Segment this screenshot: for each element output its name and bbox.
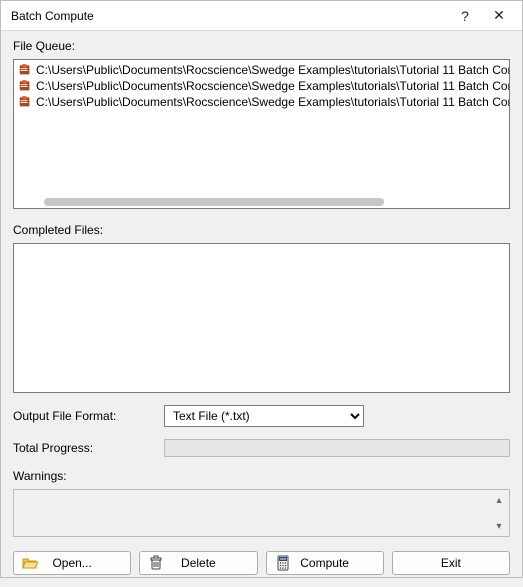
delete-button[interactable]: Delete bbox=[139, 551, 257, 575]
output-format-select[interactable]: Text File (*.txt) bbox=[164, 405, 364, 427]
dialog-content: File Queue: C:\Users\Public\Documents\Ro… bbox=[1, 31, 522, 587]
file-queue-label: File Queue: bbox=[13, 39, 510, 53]
help-button[interactable]: ? bbox=[448, 2, 482, 30]
file-path: C:\Users\Public\Documents\Rocscience\Swe… bbox=[36, 78, 510, 94]
file-queue-item[interactable]: C:\Users\Public\Documents\Rocscience\Swe… bbox=[14, 94, 509, 110]
exit-button[interactable]: Exit bbox=[392, 551, 510, 575]
completed-files-list[interactable] bbox=[13, 243, 510, 393]
compute-button[interactable]: Compute bbox=[266, 551, 384, 575]
file-path: C:\Users\Public\Documents\Rocscience\Swe… bbox=[36, 62, 510, 78]
help-icon: ? bbox=[461, 8, 469, 24]
file-path: C:\Users\Public\Documents\Rocscience\Swe… bbox=[36, 94, 510, 110]
close-button[interactable]: ✕ bbox=[482, 2, 516, 30]
total-progress-label: Total Progress: bbox=[13, 441, 158, 455]
spin-up-button[interactable]: ▴ bbox=[491, 492, 507, 508]
progress-bar bbox=[164, 439, 510, 457]
file-queue-item[interactable]: C:\Users\Public\Documents\Rocscience\Swe… bbox=[14, 62, 509, 78]
warnings-label: Warnings: bbox=[13, 469, 510, 483]
output-format-label: Output File Format: bbox=[13, 409, 158, 423]
warnings-box: ▴ ▾ bbox=[13, 489, 510, 537]
spin-down-button[interactable]: ▾ bbox=[491, 518, 507, 534]
output-format-row: Output File Format: Text File (*.txt) bbox=[13, 405, 510, 427]
compute-button-label: Compute bbox=[300, 556, 349, 570]
trash-icon bbox=[148, 555, 164, 571]
progress-row: Total Progress: bbox=[13, 439, 510, 457]
completed-files-label: Completed Files: bbox=[13, 223, 510, 237]
delete-button-label: Delete bbox=[181, 556, 216, 570]
calculator-icon bbox=[275, 555, 291, 571]
button-row: Open... Delete Compute Exit bbox=[13, 551, 510, 575]
folder-open-icon bbox=[22, 555, 38, 571]
window-title: Batch Compute bbox=[11, 9, 448, 23]
warnings-spinner: ▴ ▾ bbox=[491, 492, 507, 534]
file-icon bbox=[18, 63, 32, 77]
file-queue-item[interactable]: C:\Users\Public\Documents\Rocscience\Swe… bbox=[14, 78, 509, 94]
titlebar: Batch Compute ? ✕ bbox=[1, 1, 522, 31]
close-icon: ✕ bbox=[493, 7, 505, 24]
exit-button-label: Exit bbox=[441, 556, 461, 570]
file-icon bbox=[18, 79, 32, 93]
horizontal-scrollbar[interactable] bbox=[16, 198, 507, 206]
open-button[interactable]: Open... bbox=[13, 551, 131, 575]
open-button-label: Open... bbox=[52, 556, 91, 570]
file-queue-list[interactable]: C:\Users\Public\Documents\Rocscience\Swe… bbox=[13, 59, 510, 209]
file-icon bbox=[18, 95, 32, 109]
scrollbar-thumb[interactable] bbox=[44, 198, 384, 206]
